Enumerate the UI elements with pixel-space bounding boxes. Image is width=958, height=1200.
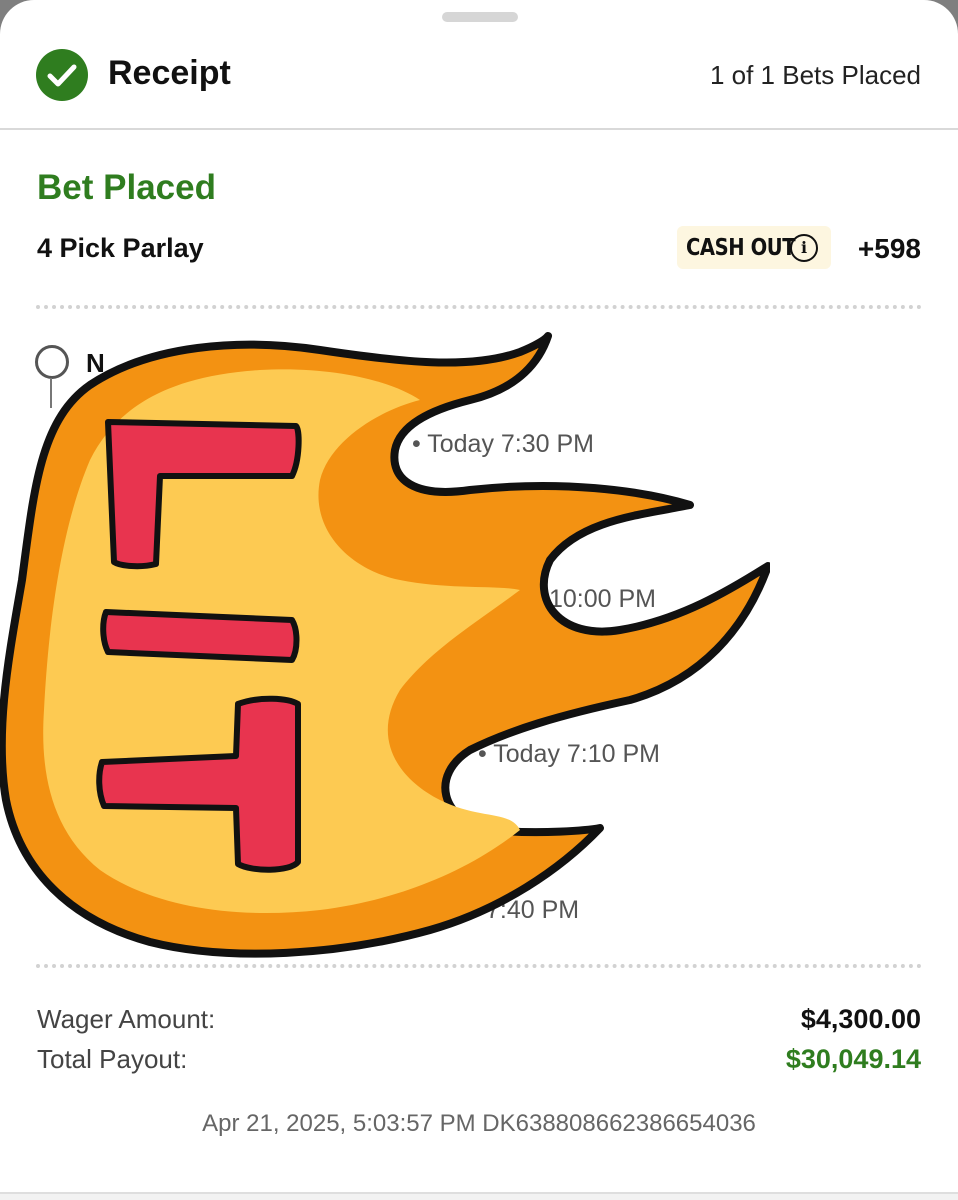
divider [36, 305, 922, 309]
bet-timestamp-id: Apr 21, 2025, 5:03:57 PM DK6388086623866… [202, 1110, 756, 1137]
wager-value: $4,300.00 [800, 1004, 921, 1034]
receipt-header: Receipt 1 of 1 Bets Placed [0, 28, 958, 130]
divider [36, 964, 922, 968]
check-circle-icon [36, 49, 88, 101]
drag-handle[interactable] [442, 12, 518, 22]
parlay-title: 4 Pick Parlay [37, 233, 204, 263]
bet-status: Bet Placed [37, 168, 216, 207]
cash-out-label: CASH OUT [686, 235, 796, 261]
wager-label: Wager Amount: [37, 1004, 216, 1034]
lit-flame-sticker [0, 332, 770, 958]
bottom-bar [0, 1192, 958, 1200]
bets-count: 1 of 1 Bets Placed [709, 60, 921, 90]
receipt-sheet: Receipt 1 of 1 Bets Placed Bet Placed 4 … [0, 0, 958, 1200]
payout-label: Total Payout: [37, 1044, 188, 1074]
parlay-odds: +598 [857, 233, 921, 264]
letter-i [100, 609, 300, 663]
cash-out-button[interactable]: CASH OUT i [677, 226, 831, 269]
info-icon[interactable]: i [790, 234, 818, 262]
page-title: Receipt [108, 54, 231, 92]
payout-value: $30,049.14 [785, 1044, 921, 1074]
